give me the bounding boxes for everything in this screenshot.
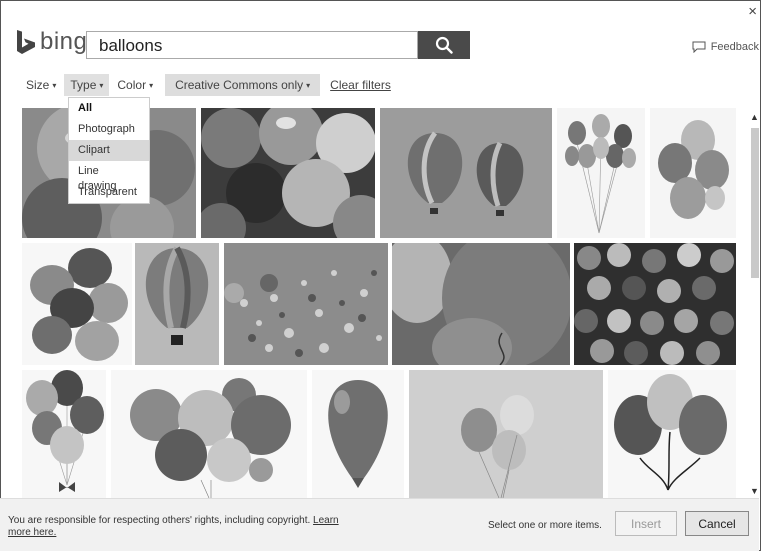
image-result[interactable]	[380, 108, 552, 238]
creative-commons-filter[interactable]: Creative Commons only ▾	[165, 74, 321, 96]
search-button[interactable]	[418, 31, 470, 59]
image-result[interactable]	[135, 243, 219, 365]
copyright-notice: You are responsible for respecting other…	[8, 515, 358, 539]
type-option-transparent[interactable]: Transparent	[69, 182, 149, 203]
bing-logo: bing	[16, 28, 87, 56]
image-result[interactable]	[392, 243, 570, 365]
type-filter-label: Type	[70, 78, 97, 92]
image-result[interactable]	[409, 370, 603, 498]
image-result[interactable]	[650, 108, 736, 238]
selection-status: Select one or more items.	[488, 520, 602, 531]
scroll-down-icon[interactable]: ▼	[750, 486, 759, 496]
bing-wordmark: bing	[40, 28, 88, 55]
creative-commons-label: Creative Commons only	[175, 78, 304, 92]
scrollbar-thumb[interactable]	[751, 128, 759, 278]
image-result[interactable]	[22, 243, 132, 365]
type-option-line-drawing[interactable]: Line drawing	[69, 161, 149, 192]
type-dropdown-menu: All Photograph Clipart Line drawing Tran…	[68, 97, 150, 204]
scroll-up-icon[interactable]: ▲	[750, 112, 759, 122]
color-filter[interactable]: Color ▾	[111, 74, 159, 96]
cancel-button[interactable]: Cancel	[685, 511, 749, 536]
type-option-clipart[interactable]: Clipart	[69, 140, 149, 161]
type-option-photograph[interactable]: Photograph	[69, 119, 149, 140]
chevron-down-icon: ▾	[52, 81, 57, 90]
learn-more-link[interactable]: Learn	[313, 515, 339, 526]
chevron-down-icon: ▾	[149, 81, 154, 90]
image-result[interactable]	[22, 370, 106, 498]
feedback-label: Feedback	[710, 41, 759, 53]
bing-b-logo-icon	[17, 30, 35, 54]
image-result[interactable]	[224, 243, 388, 365]
chevron-down-icon: ▾	[99, 81, 104, 90]
footer-bar: You are responsible for respecting other…	[0, 498, 759, 551]
image-result[interactable]	[574, 243, 736, 365]
size-filter[interactable]: Size ▾	[20, 74, 62, 96]
image-result[interactable]	[312, 370, 404, 498]
image-result[interactable]	[201, 108, 375, 238]
image-result[interactable]	[557, 108, 645, 238]
color-filter-label: Color	[117, 78, 147, 92]
image-result[interactable]	[111, 370, 307, 498]
learn-more-link-continued[interactable]: more here.	[8, 527, 56, 538]
clear-filters-link[interactable]: Clear filters	[330, 78, 391, 92]
search-icon	[435, 36, 453, 54]
feedback-link[interactable]: Feedback	[692, 41, 759, 53]
search-input[interactable]: balloons	[86, 31, 418, 59]
size-filter-label: Size	[26, 78, 50, 92]
insert-button[interactable]: Insert	[615, 511, 677, 536]
type-filter[interactable]: Type ▾	[64, 74, 110, 96]
copyright-notice-text: You are responsible for respecting other…	[8, 515, 311, 526]
chevron-down-icon: ▾	[306, 81, 311, 90]
speech-bubble-icon	[692, 41, 706, 53]
close-button[interactable]: ×	[748, 4, 757, 19]
type-option-all[interactable]: All	[69, 98, 149, 119]
filter-bar: Size ▾ Type ▾ Color ▾ Creative Commons only…	[20, 74, 391, 96]
vertical-scrollbar[interactable]: ▲ ▼	[749, 110, 761, 498]
image-result[interactable]	[608, 370, 736, 498]
